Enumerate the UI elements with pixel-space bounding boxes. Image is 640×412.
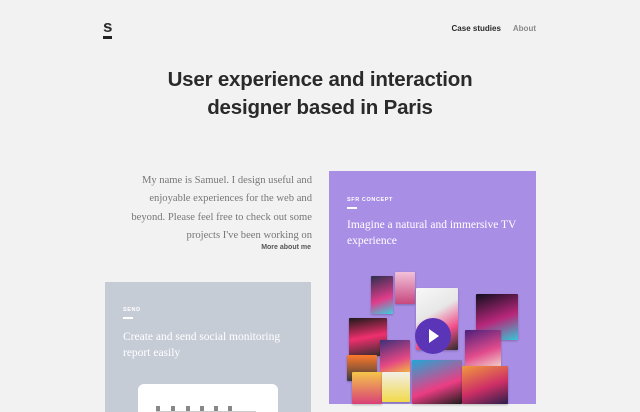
poster-image xyxy=(352,372,382,404)
more-about-me-link[interactable]: More about me xyxy=(261,244,311,251)
poster-image xyxy=(465,330,501,370)
logo-underline xyxy=(103,36,112,39)
project-title: Create and send social monitoring report… xyxy=(123,331,281,359)
project-title: Imagine a natural and immersive TV exper… xyxy=(347,219,517,247)
poster-image xyxy=(371,276,393,314)
kicker-divider xyxy=(347,207,357,209)
app-mockup-window xyxy=(138,384,278,412)
poster-image xyxy=(462,366,508,404)
project-kicker: SFR CONCEPT xyxy=(347,197,394,203)
poster-image xyxy=(395,272,415,304)
play-icon xyxy=(429,329,439,343)
play-button[interactable] xyxy=(415,318,451,354)
page-title-line-2: designer based in Paris xyxy=(207,96,433,119)
nav-case-studies[interactable]: Case studies xyxy=(452,24,501,33)
poster-image xyxy=(412,360,462,404)
poster-image xyxy=(382,372,410,402)
main-nav: Case studies About xyxy=(452,24,536,33)
kicker-divider xyxy=(123,317,133,319)
page-title: User experience and interaction designer… xyxy=(0,66,640,122)
site-logo[interactable]: s xyxy=(103,17,113,40)
page-title-line-1: User experience and interaction xyxy=(167,68,473,91)
project-card-send[interactable]: SEND Create and send social monitoring r… xyxy=(105,282,311,412)
project-kicker: SEND xyxy=(123,307,141,313)
poster-image xyxy=(380,340,410,374)
nav-about[interactable]: About xyxy=(513,24,536,33)
intro-text: My name is Samuel. I design useful and e… xyxy=(131,175,312,241)
logo-letter: s xyxy=(103,17,113,36)
